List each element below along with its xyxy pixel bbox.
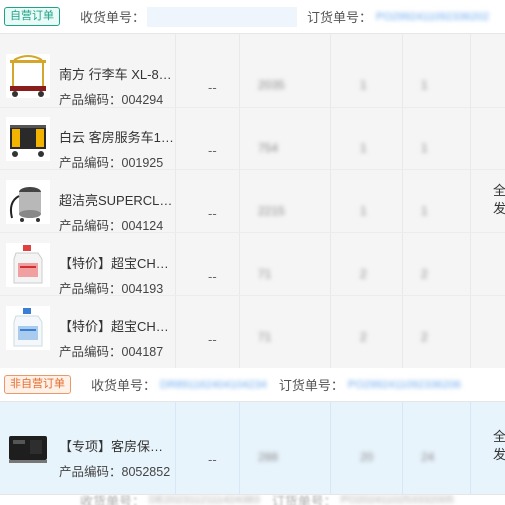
table-row[interactable]: 南方 行李车 XL-8… 产品编码：004294 -- 2035 1 1 xyxy=(0,44,505,107)
vacuum-cleaner-icon[interactable] xyxy=(6,180,50,224)
status-line: 全 xyxy=(493,429,505,444)
order-number-value[interactable]: PO2024110253332005 xyxy=(341,495,454,505)
product-name[interactable]: 【特价】超宝CH… xyxy=(59,316,169,335)
received-quantity-value: 2 xyxy=(421,267,428,281)
status-line: 发 xyxy=(493,447,505,462)
product-code: 产品编码：001925 xyxy=(59,156,164,170)
delivery-status: 全 发 xyxy=(493,182,505,218)
order-header: 收货单号： DE2023112111424383 订货单号： PO2024110… xyxy=(0,494,505,505)
table-row[interactable]: 【专项】客房保… 产品编码：8052852 -- 288 20 24 xyxy=(0,416,505,479)
delivery-status: 全 发 xyxy=(493,428,505,464)
product-code: 产品编码：004124 xyxy=(59,219,164,233)
price-value: 754 xyxy=(258,141,279,155)
order-number-value[interactable]: PO2992411092336206 xyxy=(348,379,461,391)
chemical-jug-icon[interactable] xyxy=(6,306,50,350)
luggage-cart-icon[interactable] xyxy=(6,54,50,98)
non-self-operated-badge: 非自营订单 xyxy=(4,375,71,394)
status-line: 全 xyxy=(493,183,505,198)
product-code: 产品编码：004294 xyxy=(59,93,164,107)
price-value: 288 xyxy=(258,450,279,464)
received-quantity-value: 1 xyxy=(421,141,428,155)
self-operated-badge: 自营订单 xyxy=(4,7,60,26)
product-name[interactable]: 【特价】超宝CH… xyxy=(59,253,169,272)
product-code: 产品编码：004187 xyxy=(59,345,164,359)
order-items-section: 南方 行李车 XL-8… 产品编码：004294 -- 2035 1 1 白云 … xyxy=(0,34,505,368)
safe-box-icon[interactable] xyxy=(6,426,50,470)
status-line: 发 xyxy=(493,201,505,216)
product-name[interactable]: 【专项】客房保… xyxy=(59,436,163,455)
order-number-label: 订货单号： xyxy=(307,10,373,25)
spec-value: -- xyxy=(208,206,217,221)
order-number-label: 订货单号： xyxy=(271,494,337,505)
order-number-value[interactable]: PO2992411092336202 xyxy=(376,11,489,23)
spec-value: -- xyxy=(208,269,217,284)
receipt-number-label: 收货单号： xyxy=(80,10,146,25)
price-value: 71 xyxy=(258,267,272,281)
price-value: 71 xyxy=(258,330,272,344)
price-value: 2215 xyxy=(258,204,285,218)
table-row[interactable]: 超洁亮SUPERCL… 产品编码：004124 -- 2215 1 1 xyxy=(0,170,505,233)
table-row[interactable]: 【特价】超宝CH… 产品编码：004193 -- 71 2 2 xyxy=(0,233,505,296)
received-quantity-value: 2 xyxy=(421,330,428,344)
spec-value: -- xyxy=(208,452,217,467)
order-number-label: 订货单号： xyxy=(278,378,344,393)
spec-value: -- xyxy=(208,332,217,347)
quantity-value: 2 xyxy=(360,267,367,281)
table-row[interactable]: 白云 客房服务车1… 产品编码：001925 -- 754 1 1 xyxy=(0,107,505,170)
product-name[interactable]: 超洁亮SUPERCL… xyxy=(59,190,172,209)
product-code: 产品编码：8052852 xyxy=(59,465,171,479)
service-cart-icon[interactable] xyxy=(6,117,50,161)
order-items-section: 【专项】客房保… 产品编码：8052852 -- 288 20 24 全 发 xyxy=(0,402,505,494)
price-value: 2035 xyxy=(258,78,285,92)
received-quantity-value: 24 xyxy=(421,450,435,464)
quantity-value: 1 xyxy=(360,141,367,155)
receipt-number-value[interactable]: DE2023112111424383 xyxy=(149,495,260,505)
received-quantity-value: 1 xyxy=(421,204,428,218)
product-name[interactable]: 白云 客房服务车1… xyxy=(59,127,174,146)
quantity-value: 2 xyxy=(360,330,367,344)
product-name[interactable]: 南方 行李车 XL-8… xyxy=(59,64,172,83)
product-code: 产品编码：004193 xyxy=(59,282,164,296)
order-header: 非自营订单 收货单号： DR891162404104234 订货单号： PO29… xyxy=(0,368,505,402)
quantity-value: 20 xyxy=(360,450,374,464)
spec-value: -- xyxy=(208,143,217,158)
quantity-value: 1 xyxy=(360,204,367,218)
receipt-number-label: 收货单号： xyxy=(80,494,146,505)
spec-value: -- xyxy=(208,80,217,95)
quantity-value: 1 xyxy=(360,78,367,92)
order-header: 自营订单 收货单号： 订货单号： PO2992411092336202 xyxy=(0,0,505,34)
chemical-jug-icon[interactable] xyxy=(6,243,50,287)
receipt-number-label: 收货单号： xyxy=(91,378,157,393)
receipt-number-value[interactable]: DR891162404104234 xyxy=(160,379,267,391)
received-quantity-value: 1 xyxy=(421,78,428,92)
table-row[interactable]: 【特价】超宝CH… 产品编码：004187 -- 71 2 2 xyxy=(0,296,505,359)
receipt-number-value xyxy=(147,6,298,27)
